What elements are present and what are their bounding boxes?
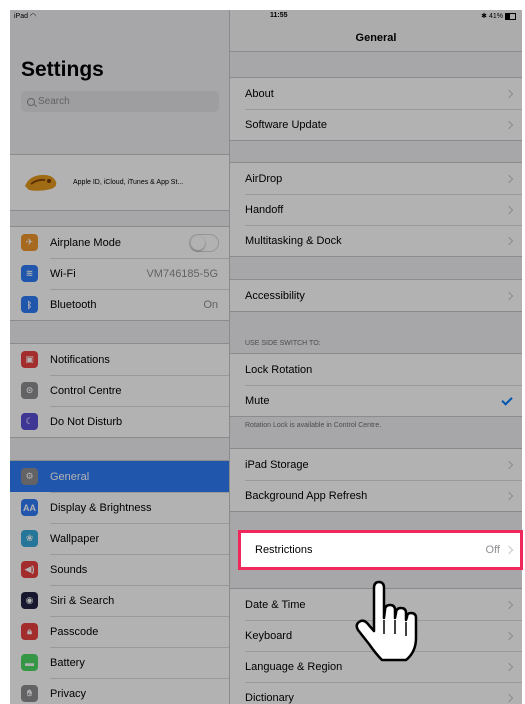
lock-icon: 🔒︎ <box>21 623 38 640</box>
page-title: Settings <box>21 58 104 81</box>
sidebar-item-wallpaper[interactable]: ❀ Wallpaper <box>10 523 229 554</box>
sidebar-item-battery[interactable]: ▬ Battery <box>10 647 229 678</box>
chevron-right-icon <box>504 174 514 183</box>
bluetooth-status-icon: ✱ <box>481 13 487 20</box>
row-accessibility[interactable]: Accessibility <box>230 280 522 311</box>
chevron-right-icon <box>504 600 514 609</box>
row-dictionary[interactable]: Dictionary <box>230 682 522 704</box>
battery-status: ✱ 41% <box>481 12 516 20</box>
sidebar-item-passcode[interactable]: 🔒︎ Passcode <box>10 616 229 647</box>
control-centre-icon: ⊙ <box>21 382 38 399</box>
notifications-group: ▣ Notifications ⊙ Control Centre ☾ Do No… <box>10 343 229 438</box>
battery-icon <box>505 12 516 20</box>
wifi-icon: ≋ <box>21 265 38 282</box>
nav-title: General <box>355 32 397 44</box>
status-bar: iPad ◠ 11:55 ✱ 41% <box>10 10 522 24</box>
siri-icon: ◉ <box>21 592 38 609</box>
notifications-icon: ▣ <box>21 351 38 368</box>
wallpaper-icon: ❀ <box>21 530 38 547</box>
chevron-right-icon <box>504 205 514 214</box>
wifi-status-icon: ◠ <box>29 13 37 20</box>
battery-icon: ▬ <box>21 654 38 671</box>
sidebar-item-general[interactable]: ⚙ General <box>10 461 229 492</box>
row-about[interactable]: About <box>230 78 522 109</box>
chevron-right-icon <box>504 291 514 300</box>
sidebar-item-airplane-mode[interactable]: ✈ Airplane Mode <box>10 227 229 258</box>
avatar <box>25 174 57 191</box>
sidebar-item-sounds[interactable]: ◀) Sounds <box>10 554 229 585</box>
sidebar-item-siri-search[interactable]: ◉ Siri & Search <box>10 585 229 616</box>
row-background-app-refresh[interactable]: Background App Refresh <box>230 480 522 511</box>
hand-cursor-icon <box>355 580 418 662</box>
bluetooth-icon: ᛒ <box>21 296 38 313</box>
chevron-right-icon <box>504 545 514 555</box>
chevron-right-icon <box>504 631 514 640</box>
row-ipad-storage[interactable]: iPad Storage <box>230 449 522 480</box>
chevron-right-icon <box>504 662 514 671</box>
sidebar-item-wifi[interactable]: ≋ Wi-Fi VM746185-5G <box>10 258 229 289</box>
chevron-right-icon <box>504 693 514 702</box>
row-multitasking-dock[interactable]: Multitasking & Dock <box>230 225 522 256</box>
sidebar-item-display-brightness[interactable]: AA Display & Brightness <box>10 492 229 523</box>
side-switch-group: Lock Rotation Mute <box>230 353 522 417</box>
accessibility-group: Accessibility <box>230 279 522 312</box>
row-lock-rotation[interactable]: Lock Rotation <box>230 354 522 385</box>
connectivity-group: ✈ Airplane Mode ≋ Wi-Fi VM746185-5G ᛒ Bl… <box>10 226 229 321</box>
general-group: ⚙ General AA Display & Brightness ❀ Wall… <box>10 460 229 704</box>
settings-sidebar: Settings Search Apple ID, iCloud, iTunes… <box>10 10 230 704</box>
speaker-icon: ◀) <box>21 561 38 578</box>
device-label: iPad ◠ <box>14 13 37 20</box>
hand-icon: ✋︎ <box>21 685 38 702</box>
sidebar-item-do-not-disturb[interactable]: ☾ Do Not Disturb <box>10 406 229 437</box>
chevron-right-icon <box>504 491 514 500</box>
ipad-screen: iPad ◠ 11:55 ✱ 41% Settings Search Apple… <box>10 10 522 704</box>
sidebar-item-control-centre[interactable]: ⊙ Control Centre <box>10 375 229 406</box>
checkmark-icon <box>501 394 513 406</box>
about-group: About Software Update <box>230 77 522 141</box>
gear-icon: ⚙ <box>21 468 38 485</box>
chevron-right-icon <box>504 89 514 98</box>
clock: 11:55 <box>270 12 288 19</box>
row-restrictions[interactable]: Restrictions Off <box>238 530 523 570</box>
side-switch-footer: Rotation Lock is available in Control Ce… <box>245 422 382 429</box>
sidebar-item-privacy[interactable]: ✋︎ Privacy <box>10 678 229 704</box>
apple-id-row[interactable]: Apple ID, iCloud, iTunes & App St... <box>10 155 229 210</box>
display-icon: AA <box>21 499 38 516</box>
chevron-right-icon <box>504 460 514 469</box>
sidebar-item-bluetooth[interactable]: ᛒ Bluetooth On <box>10 289 229 320</box>
search-input[interactable]: Search <box>21 91 219 112</box>
moon-icon: ☾ <box>21 413 38 430</box>
row-handoff[interactable]: Handoff <box>230 194 522 225</box>
search-icon <box>27 97 35 106</box>
row-airdrop[interactable]: AirDrop <box>230 163 522 194</box>
chevron-right-icon <box>504 236 514 245</box>
airplane-icon: ✈ <box>21 234 38 251</box>
airplane-mode-toggle[interactable] <box>189 233 219 252</box>
sidebar-item-notifications[interactable]: ▣ Notifications <box>10 344 229 375</box>
side-switch-header: USE SIDE SWITCH TO: <box>245 340 321 347</box>
row-mute[interactable]: Mute <box>230 385 522 416</box>
profile-group: Apple ID, iCloud, iTunes & App St... <box>10 154 229 211</box>
row-software-update[interactable]: Software Update <box>230 109 522 140</box>
storage-group: iPad Storage Background App Refresh <box>230 448 522 512</box>
airdrop-group: AirDrop Handoff Multitasking & Dock <box>230 162 522 257</box>
chevron-right-icon <box>504 120 514 129</box>
